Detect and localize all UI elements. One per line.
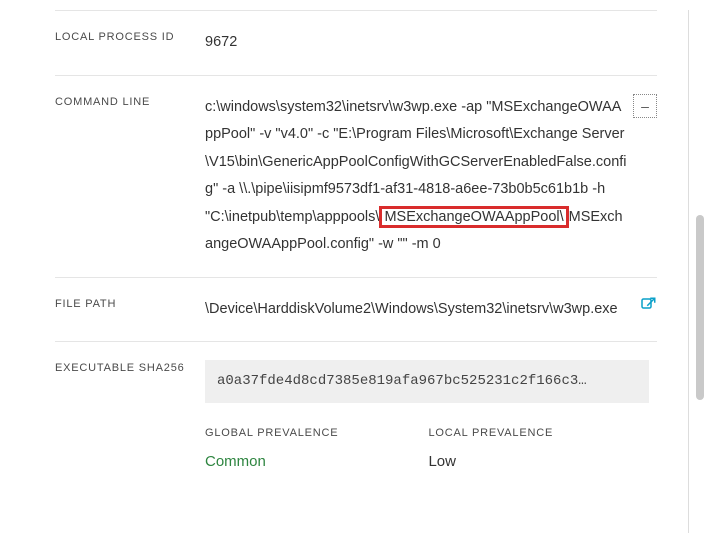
label-command-line: COMMAND LINE — [55, 94, 205, 108]
row-sha256: EXECUTABLE SHA256 a0a37fde4d8cd7385e819a… — [55, 342, 657, 494]
global-prevalence-block: GLOBAL PREVALENCE Common — [205, 423, 338, 476]
value-sha256-wrap: a0a37fde4d8cd7385e819afa967bc525231c2f16… — [205, 360, 657, 476]
minus-icon: – — [641, 99, 649, 113]
row-file-path: FILE PATH \Device\HarddiskVolume2\Window… — [55, 278, 657, 343]
collapse-button[interactable]: – — [633, 94, 657, 118]
value-local-process-id: 9672 — [205, 29, 657, 57]
label-local-process-id: LOCAL PROCESS ID — [55, 29, 205, 43]
local-prevalence-label: LOCAL PREVALENCE — [428, 423, 553, 444]
value-file-path: \Device\HarddiskVolume2\Windows\System32… — [205, 296, 657, 324]
sha256-value[interactable]: a0a37fde4d8cd7385e819afa967bc525231c2f16… — [205, 360, 649, 403]
prevalence-section: GLOBAL PREVALENCE Common LOCAL PREVALENC… — [205, 423, 657, 476]
scrollbar-thumb[interactable] — [696, 215, 704, 400]
panel-border — [688, 10, 689, 533]
label-file-path: FILE PATH — [55, 296, 205, 310]
global-prevalence-label: GLOBAL PREVALENCE — [205, 423, 338, 444]
row-local-process-id: LOCAL PROCESS ID 9672 — [55, 10, 657, 76]
label-sha256: EXECUTABLE SHA256 — [55, 360, 205, 374]
local-prevalence-value: Low — [428, 448, 553, 477]
local-prevalence-block: LOCAL PREVALENCE Low — [428, 423, 553, 476]
details-panel: LOCAL PROCESS ID 9672 COMMAND LINE c:\wi… — [0, 10, 707, 494]
file-path-text: \Device\HarddiskVolume2\Windows\System32… — [205, 301, 618, 317]
global-prevalence-value: Common — [205, 448, 338, 477]
value-command-line: c:\windows\system32\inetsrv\w3wp.exe -ap… — [205, 94, 657, 259]
cmd-highlight: MSExchangeOWAAppPool\ — [379, 206, 568, 228]
row-command-line: COMMAND LINE c:\windows\system32\inetsrv… — [55, 76, 657, 278]
external-link-icon[interactable] — [639, 296, 657, 314]
